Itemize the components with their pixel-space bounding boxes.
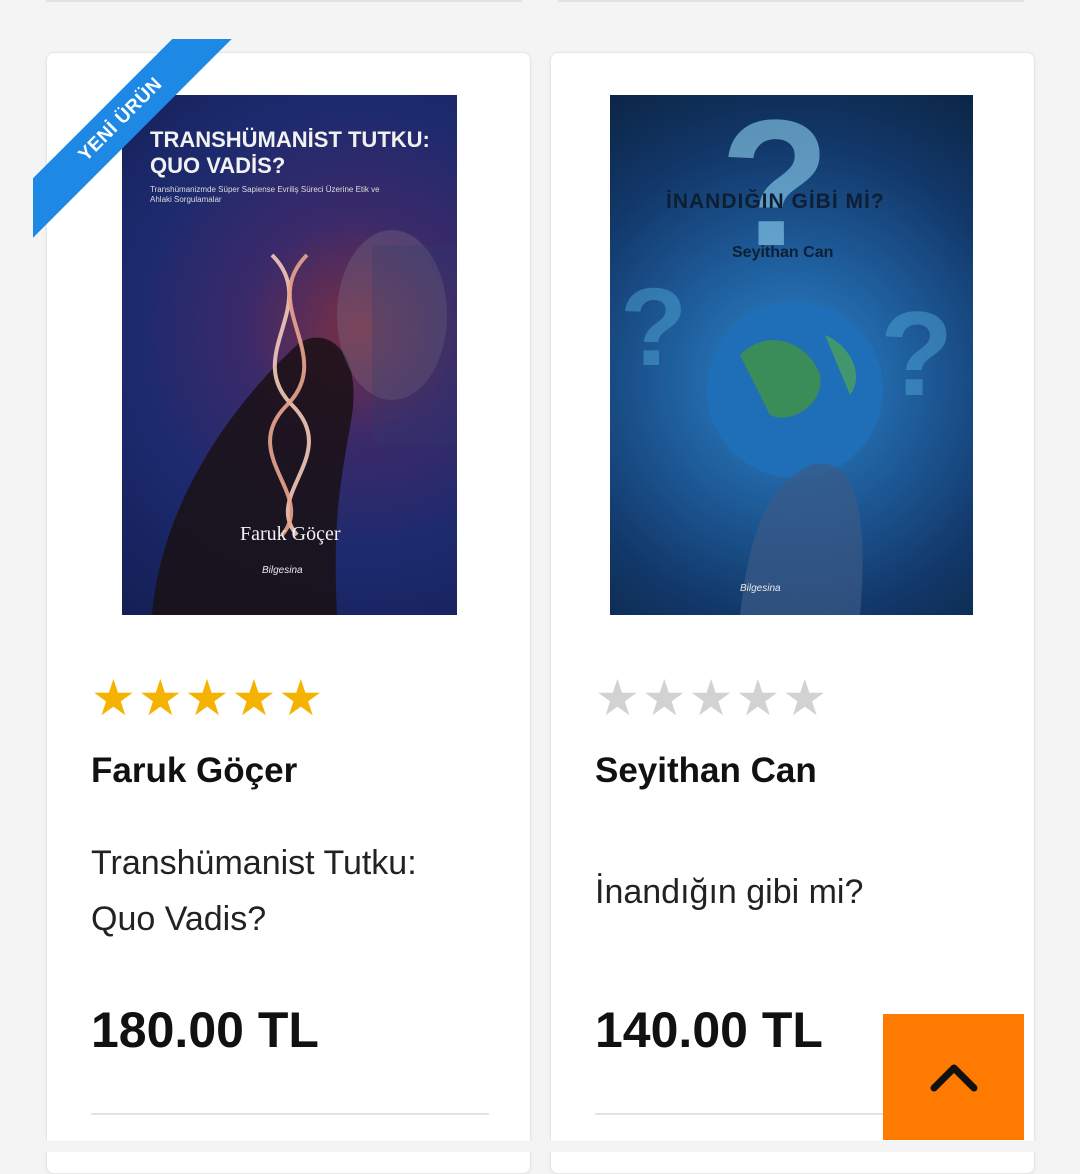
star-icon: ★ bbox=[595, 670, 642, 726]
star-icon: ★ bbox=[735, 670, 783, 726]
bottom-edge bbox=[0, 1141, 1080, 1152]
new-product-ribbon: YENİ ÜRÜN bbox=[33, 39, 243, 249]
svg-text:?: ? bbox=[620, 266, 687, 389]
cover-author: Seyithan Can bbox=[732, 244, 834, 261]
star-icon: ★ bbox=[782, 670, 830, 726]
star-icon: ★ bbox=[641, 670, 689, 726]
previous-card-edge-left bbox=[46, 0, 522, 2]
globe-question-illustration: ? ? ? bbox=[620, 95, 953, 615]
star-icon: ★ bbox=[231, 670, 279, 726]
svg-text:?: ? bbox=[880, 287, 953, 421]
product-price: 140.00 TL bbox=[595, 1002, 823, 1058]
rating-stars: ★★★★★ bbox=[91, 673, 325, 723]
divider bbox=[91, 1113, 489, 1115]
scroll-to-top-button[interactable] bbox=[883, 1014, 1024, 1140]
star-icon: ★ bbox=[184, 670, 232, 726]
star-icon: ★ bbox=[278, 670, 326, 726]
product-title[interactable]: İnandığın gibi mi? bbox=[595, 864, 985, 920]
rating-stars: ★★★★★ bbox=[595, 673, 829, 723]
star-icon: ★ bbox=[688, 670, 736, 726]
previous-card-edge-right bbox=[558, 0, 1024, 2]
star-icon: ★ bbox=[91, 670, 138, 726]
star-icon: ★ bbox=[137, 670, 185, 726]
product-author[interactable]: Seyithan Can bbox=[595, 751, 817, 791]
product-card[interactable]: ? ? ? İNANDIĞIN GİBİ Mİ? Seyithan Can Bi… bbox=[550, 52, 1035, 1174]
product-card[interactable]: YENİ ÜRÜN TRANSHÜMANİST TUTKU: QUO VADİS… bbox=[33, 39, 531, 1174]
product-price: 180.00 TL bbox=[91, 1002, 319, 1058]
cover-publisher-logo: Bilgesina bbox=[262, 565, 303, 576]
cover-author: Faruk Göçer bbox=[240, 523, 341, 545]
cover-title: İNANDIĞIN GİBİ Mİ? bbox=[666, 190, 885, 213]
product-title[interactable]: Transhümanist Tutku: Quo Vadis? bbox=[91, 835, 481, 947]
chevron-up-icon bbox=[930, 1064, 977, 1092]
book-cover-image[interactable]: ? ? ? İNANDIĞIN GİBİ Mİ? Seyithan Can Bi… bbox=[610, 95, 973, 615]
cover-publisher-logo: Bilgesina bbox=[740, 583, 781, 594]
new-product-badge: YENİ ÜRÜN bbox=[33, 39, 242, 241]
product-author[interactable]: Faruk Göçer bbox=[91, 751, 297, 791]
